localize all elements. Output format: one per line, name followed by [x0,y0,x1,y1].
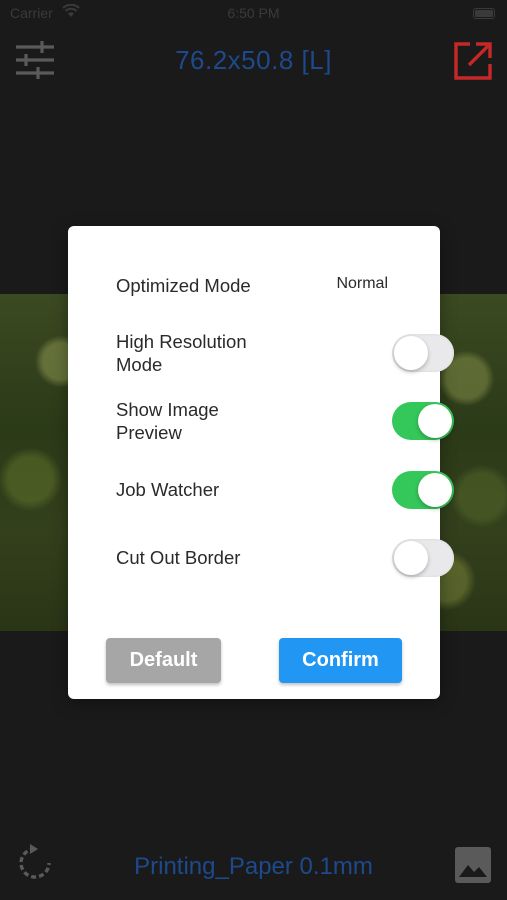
gallery-icon[interactable] [454,846,492,884]
status-time: 6:50 PM [227,5,280,21]
optimized-mode-row[interactable]: Optimized Mode Normal [116,274,406,297]
high-resolution-label: High Resolution Mode [116,331,247,375]
setting-row-cut-out-border: Cut Out Border [116,539,454,586]
toggle-knob [418,404,452,438]
setting-row-job-watcher: Job Watcher [116,471,454,518]
job-watcher-label: Job Watcher [116,479,220,500]
show-image-preview-label: Show Image Preview [116,399,219,443]
cut-out-border-toggle[interactable] [392,539,454,577]
export-icon[interactable] [452,40,494,82]
battery-icon [473,8,495,19]
default-button[interactable]: Default [106,638,221,683]
show-image-preview-toggle[interactable] [392,402,454,440]
paper-type-label[interactable]: Printing_Paper 0.1mm [0,853,507,881]
job-watcher-toggle[interactable] [392,471,454,509]
setting-row-show-image-preview: Show Image Preview [116,398,454,446]
top-bar: 76.2x50.8 [L] [0,28,507,92]
setting-row-high-resolution: High Resolution Mode [116,330,454,378]
optimized-mode-value[interactable]: Normal [336,275,388,293]
high-resolution-toggle[interactable] [392,334,454,372]
toggle-knob [394,336,428,370]
toggle-knob [394,541,428,575]
label-size-title[interactable]: 76.2x50.8 [L] [0,45,507,76]
cut-out-border-label: Cut Out Border [116,547,241,568]
confirm-button[interactable]: Confirm [279,638,402,683]
settings-dialog: Optimized Mode Normal High Resolution Mo… [68,226,454,699]
toggle-knob [418,473,452,507]
bottom-bar: Printing_Paper 0.1mm [0,836,507,900]
status-bar: Carrier 6:50 PM [0,0,507,28]
